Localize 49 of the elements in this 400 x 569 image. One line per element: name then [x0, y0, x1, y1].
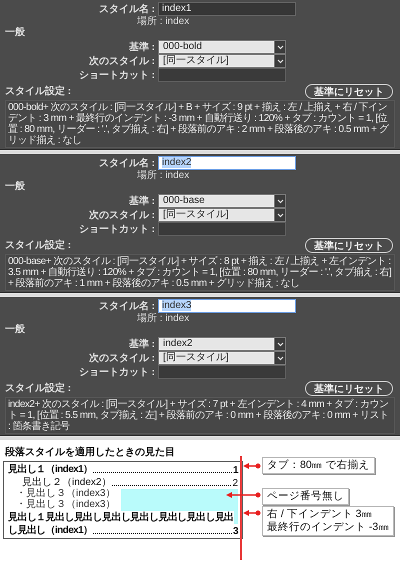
field-label: スタイル名 :	[98, 300, 155, 312]
style-dropdown[interactable]: 000-base	[158, 194, 286, 208]
reset-button[interactable]: 基準にリセット	[305, 238, 393, 252]
field-label: スタイル名 :	[98, 156, 155, 170]
style-description: 000-base+ 次のスタイル : [同一スタイル] + サイズ : 8 pt + 揃え : 左 / 上揃え + 左インデント : 3.5 mm + 自動行送り : 120% + タブ : カウント = 1, [位置 : 80 mm, リーダー : '.', タブ揃え : 右] + 段落前のアキ : 1 mm + 段落後のアキ : 0.5 mm + グリッド揃え : なし	[5, 254, 395, 291]
field-label: ショートカット :	[78, 366, 155, 379]
style-name-field[interactable]: index2	[158, 156, 296, 170]
style-dropdown[interactable]: 000-bold	[158, 40, 286, 54]
settings-heading: スタイル設定 :	[5, 238, 72, 252]
field-label: 基準 :	[128, 194, 155, 208]
callout-label: タブ：80㎜ で右揃え	[262, 457, 375, 474]
reset-button[interactable]: 基準にリセット	[305, 380, 393, 396]
settings-heading: スタイル設定 :	[5, 84, 72, 98]
style-dropdown[interactable]: index2	[158, 337, 286, 351]
callout-label: ページ番号無し	[262, 488, 349, 505]
section-heading: 一般	[5, 27, 25, 39]
section-heading: 一般	[5, 324, 25, 336]
style-dropdown[interactable]: [同一スタイル]	[158, 54, 286, 68]
toc-entry: ・見出し３（index3）	[16, 498, 116, 511]
field-label: 次のスタイル :	[88, 352, 155, 365]
style-description: index2+ 次のスタイル : [同一スタイル] + サイズ : 7 pt + 左インデント : 4 mm + タブ : カウント = 1, [位置 : 5.5 mm, タブ揃え : 左] + 段落前のアキ : 0 mm + 段落後のアキ : 0 mm + リスト : 箇条書き記号	[5, 397, 395, 434]
page-number: 2	[232, 478, 238, 489]
field-label: 次のスタイル :	[88, 208, 155, 222]
reset-button[interactable]: 基準にリセット	[305, 84, 393, 98]
style-dropdown[interactable]: [同一スタイル]	[158, 351, 286, 365]
toc-entry: 見出し２（index2）	[22, 476, 112, 488]
field-label: 次のスタイル :	[88, 54, 155, 68]
page-number: 1	[233, 465, 238, 476]
location-text: 場所 : index	[136, 16, 190, 27]
page-number: 3	[233, 526, 238, 537]
field-label: ショートカット :	[78, 223, 155, 236]
toc-entry: し見出し（index1）	[8, 524, 92, 537]
style-description: 000-bold+ 次のスタイル : [同一スタイル] + B + サイズ : 9 pt + 揃え : 左 / 上揃え + 右 / 下インデント : 3 mm + 最終行のインデント : -3 mm + 自動行送り : 120% + タブ : カウント = 1, [位置 : 80 mm, リーダー : '.', タブ揃え : 右] + 段落前のアキ : 2 mm + 段落後のアキ : 0.5 mm + グリッド揃え : なし	[5, 100, 395, 148]
toc-entry: 見出し１見出し見出し見出し見出し見出し見出し見出	[8, 510, 234, 524]
location-text: 場所 : index	[136, 313, 190, 324]
section-heading: 一般	[5, 181, 25, 193]
field-label: スタイル名 :	[98, 2, 155, 16]
location-text: 場所 : index	[136, 170, 190, 181]
settings-heading: スタイル設定 :	[5, 381, 72, 395]
style-dropdown[interactable]: [同一スタイル]	[158, 208, 286, 222]
style-name-field[interactable]: index3	[158, 299, 296, 313]
preview-title: 段落スタイルを適用したときの見た目	[5, 445, 175, 459]
toc-entry: ・見出し３（index3）	[16, 487, 116, 499]
field-label: ショートカット :	[78, 69, 155, 82]
field-label: 基準 :	[128, 338, 155, 351]
style-name-field[interactable]: index1	[158, 2, 296, 16]
field-label: 基準 :	[128, 40, 155, 54]
callout-label: 右 / 下インデント 3㎜ 最終行のインデント -3㎜	[262, 506, 394, 536]
toc-entry: 見出し１（index1）	[8, 462, 92, 476]
